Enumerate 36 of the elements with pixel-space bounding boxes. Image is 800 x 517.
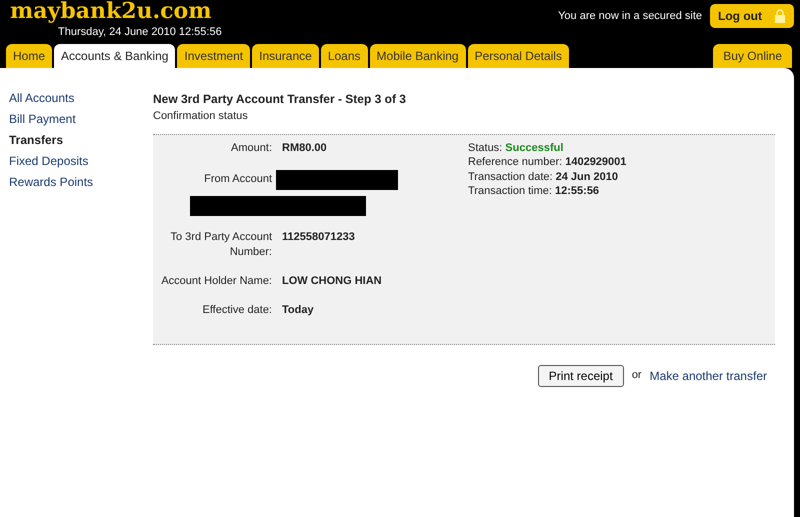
sidebar-link[interactable]: Transfers: [9, 130, 154, 151]
nav-tab[interactable]: Investment: [177, 44, 250, 68]
sidebar-link[interactable]: Bill Payment: [9, 109, 154, 130]
page-title: New 3rd Party Account Transfer - Step 3 of 3: [153, 91, 407, 108]
buy-online-tab[interactable]: Buy Online: [713, 44, 792, 68]
field-label: Effective date:: [201, 302, 273, 318]
padlock-icon: [774, 9, 786, 23]
nav-tab[interactable]: Insurance: [252, 44, 319, 68]
sidebar-link[interactable]: All Accounts: [9, 88, 154, 109]
status-line: Transaction time: 12:55:56: [468, 184, 600, 198]
field-label: Account Holder Name:: [160, 274, 273, 288]
logo: maybank2u.com: [9, 0, 212, 22]
sidebar-link[interactable]: Fixed Deposits: [9, 151, 154, 172]
nav-tab[interactable]: Mobile Banking: [370, 44, 466, 68]
nav-tab[interactable]: Home: [6, 44, 52, 68]
nav-tab[interactable]: Personal Details: [468, 44, 569, 68]
status-line: Reference number: 1402929001: [468, 155, 626, 170]
print-receipt-button[interactable]: Print receipt: [538, 364, 624, 386]
field-label: To 3rd Party Account Number:: [170, 230, 273, 260]
date-time: Thursday, 24 June 2010 12:55:56: [58, 24, 222, 40]
status-line: Transaction date: 24 Jun 2010: [468, 170, 620, 184]
page-subtitle: Confirmation status: [153, 109, 249, 124]
field-value: LOW CHONG HIAN: [282, 274, 382, 288]
logout-button[interactable]: Log out: [710, 4, 794, 28]
make-another-transfer-link[interactable]: Make another transfer: [650, 366, 767, 384]
or-text: or: [632, 368, 642, 384]
field-value: RM80.00: [282, 140, 327, 156]
field-label: Amount:: [230, 140, 273, 156]
nav-tab[interactable]: Accounts & Banking: [54, 44, 176, 68]
secure-site-note: You are now in a secured site: [558, 8, 702, 24]
field-label: From Account: [203, 172, 273, 187]
status-line: Status: Successful: [468, 140, 564, 155]
field-value: 112558071233: [282, 230, 355, 244]
nav-tab[interactable]: Loans: [320, 44, 368, 68]
sidebar-link[interactable]: Rewards Points: [9, 172, 154, 193]
field-value: Today: [282, 302, 314, 318]
